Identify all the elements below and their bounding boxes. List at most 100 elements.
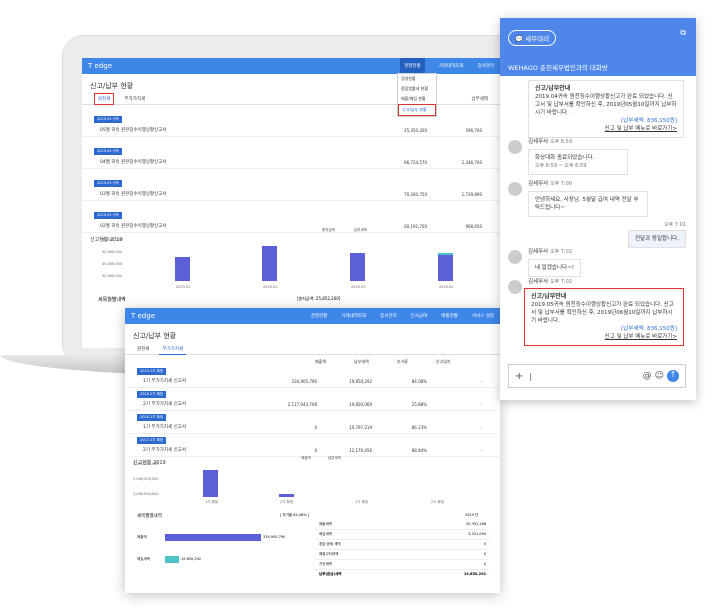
tab-vat[interactable]: 부가가치세 xyxy=(159,344,187,355)
add-icon[interactable]: + xyxy=(515,371,523,382)
tabs: 원천세 부가가치세 납부세액 xyxy=(82,93,500,105)
table-row[interactable]: 2기 부가가치세 신고서 2,117,043,708 19,850,069 25.88… xyxy=(125,398,500,411)
sender: 김세무사 xyxy=(528,279,549,285)
row-value: 86.13% xyxy=(411,424,427,430)
front-rows: 2019.1기 확정 1기 부가가치세 신고서 334,905,790 19,850… xyxy=(125,365,500,457)
row-value: - xyxy=(480,401,482,407)
row-value: 1,739,890 xyxy=(461,191,482,197)
menu-item[interactable]: 증서관리 xyxy=(380,313,397,319)
bottom-year: 2019 년 xyxy=(465,513,479,517)
front-chart: 매출액 납부세액 3,000,000,000 2,000,000,000 1,0… xyxy=(133,455,444,504)
message-bubble-own: 전달과 동일합니다. xyxy=(628,230,686,248)
summary-key: 예정고지세액 xyxy=(319,552,339,556)
row-value: 70,260,750 xyxy=(404,191,427,197)
dropdown-menu: 경영현황 종합법률세 현황 매출/매입 현황 신고/납부 현황 xyxy=(397,73,437,117)
bottom-total: [ 부가율 84.08% ] xyxy=(280,513,310,517)
summary-value: 0 xyxy=(483,562,486,566)
x-tick: 2019.03 xyxy=(351,285,365,289)
legend-1: 매출액 xyxy=(301,455,311,460)
sender: 김세무사 xyxy=(528,249,549,255)
back-rows: 2019.05 귀속 05월 귀속 원천징수이행상황신고서 25,350,200 5… xyxy=(82,105,500,233)
menu-item[interactable]: 인사급여 xyxy=(411,313,428,319)
period-tag: 2019.05 귀속 xyxy=(94,116,123,123)
send-icon[interactable]: ↑ xyxy=(667,370,679,382)
table-row[interactable]: 1기 부가가치세 신고서 334,905,790 19,850,292 84.08% - xyxy=(125,375,500,388)
avatar xyxy=(508,250,522,264)
table-header: 매출액 납부세액 부가율 신고일자 xyxy=(125,355,500,365)
time: 오후 7:02 xyxy=(550,279,573,285)
msg-link[interactable]: 신고 및 납부 메뉴로 바로가기> xyxy=(531,333,677,341)
msg-link[interactable]: 신고 및 납부 메뉴로 바로가기> xyxy=(535,125,677,133)
summary-value: 19,850,292 xyxy=(463,572,486,576)
tax-agent-pill[interactable]: 💬 세무대리 xyxy=(508,30,557,46)
y-tick: 50,000,000 xyxy=(102,250,122,254)
y-tick: 1,000,000,000 xyxy=(133,492,159,496)
dropdown-item[interactable]: 종합법률세 현황 xyxy=(398,84,436,94)
message-bubble: 안녕하세요, 사장님. 5월달 급여 내역 전달 부탁드립니다~ xyxy=(528,191,648,217)
table-row[interactable]: 1기 부가가치세 신고서 0 10,797,219 86.13% - xyxy=(125,421,500,434)
back-window: T edge 경영현황 거래내역조회 증서관리 신고/납부 현황 원천세 부가가… xyxy=(82,58,500,348)
emoji-icon[interactable]: ☺ xyxy=(655,371,664,381)
summary-key: 매출세액 xyxy=(319,522,332,526)
row-name: 2기 부가가치세 신고서 xyxy=(143,402,186,407)
bar xyxy=(438,255,453,281)
sender: 김세무사 xyxy=(528,139,549,145)
chat-title: WEHAGO 춘천세무법인과의 대화방 xyxy=(508,64,608,72)
row-name: 03월 귀속 원천징수이행상황신고서 xyxy=(100,192,167,197)
msg-body: 화상대화 종료되었습니다. xyxy=(535,155,595,161)
y-tick: 3,000,000,000 xyxy=(133,462,159,466)
summary-key: 납부(환급)세액 xyxy=(319,572,342,576)
msg-meta: 김세무사 오후 7:02 xyxy=(528,248,572,256)
msg-body: 2019.05귀속 원천징수이행상황신고가 완료 되었습니다. 신고서 및 납부… xyxy=(531,302,674,324)
col-header: 신고일자 xyxy=(435,359,451,364)
msg-meta: 김세무사 오후 7:02 xyxy=(528,278,572,286)
period-tag: 2019.1기 확정 xyxy=(137,368,167,375)
menu-item[interactable]: 서비스 설정 xyxy=(472,313,494,319)
page-title: 신고/납부 현황 xyxy=(133,332,177,340)
time: 오후 7:01 xyxy=(663,222,686,228)
menu-certs[interactable]: 증서관리 xyxy=(477,63,494,69)
message-bubble: 네 알겠습니다~! xyxy=(528,259,581,277)
menu-dashboard[interactable]: 경영현황 xyxy=(400,58,425,74)
table-row[interactable]: 05월 귀속 원천징수이행상황신고서 25,350,200 596,700 xyxy=(82,124,500,137)
mention-icon[interactable]: @ xyxy=(643,371,652,381)
period-tag: 2017.2기 확정 xyxy=(137,437,167,444)
menu-item[interactable]: 매출현황 xyxy=(441,313,458,319)
bar xyxy=(350,253,365,281)
row-value: 25,350,200 xyxy=(404,127,427,133)
tabs: 원천세 부가가치세 xyxy=(125,344,500,355)
message-input[interactable]: + | @ ☺ ↑ xyxy=(508,364,686,388)
sender: 김세무사 xyxy=(528,181,549,187)
dropdown-item[interactable]: 매출/매입 현황 xyxy=(398,94,436,104)
tab-withholding[interactable]: 원천세 xyxy=(137,346,149,352)
hbar-chart: 매출액 334,905,790 매입세액 19,850,292 xyxy=(137,530,307,566)
table-row[interactable]: 04월 귀속 원천징수이행상황신고서 66,724,570 2,346,700 xyxy=(82,156,500,169)
hbar-value: 334,905,790 xyxy=(263,535,286,539)
bottom-total: [총지급액: 25,852,200] xyxy=(297,296,341,301)
menu-item[interactable]: 경영현황 xyxy=(311,313,328,319)
row-value: - xyxy=(480,447,482,453)
legend-2: 납부세액 xyxy=(328,455,341,460)
x-tick: 1기 확정 xyxy=(355,499,368,504)
tab-vat[interactable]: 부가가치세 xyxy=(124,96,145,102)
period-tag: 2019.04 귀속 xyxy=(94,148,123,155)
menu-item[interactable]: 거래내역조회 xyxy=(341,313,366,319)
summary-value: 20,391,186 xyxy=(465,522,486,526)
message-bubble: 신고/납부안내 2019.05귀속 원천징수이행상황신고가 완료 되었습니다. … xyxy=(524,288,684,346)
front-window: T edge 경영현황 거래내역조회 증서관리 인사급여 매출현황 서비스 설정… xyxy=(125,308,500,593)
col-header: 부가율 xyxy=(396,359,408,364)
dropdown-item-selected[interactable]: 신고/납부 현황 xyxy=(398,104,436,116)
avatar xyxy=(508,280,522,294)
row-value: 2,117,043,708 xyxy=(287,401,317,407)
row-value: 0 xyxy=(314,424,317,430)
x-tick: 2기 확정 xyxy=(280,499,293,504)
table-row[interactable]: 03월 귀속 원천징수이행상황신고서 70,260,750 1,739,890 xyxy=(82,188,500,201)
row-name: 05월 귀속 원천징수이행상황신고서 xyxy=(100,128,167,133)
tab-withholding[interactable]: 원천세 xyxy=(94,93,115,105)
popout-icon[interactable]: ⧉ xyxy=(680,28,686,38)
hbar-label: 매입세액 xyxy=(137,556,150,561)
summary-key: 가산세액 xyxy=(319,562,332,566)
bar xyxy=(279,494,294,497)
menu-transactions[interactable]: 거래내역조회 xyxy=(439,63,464,69)
dropdown-item[interactable]: 경영현황 xyxy=(398,74,436,84)
